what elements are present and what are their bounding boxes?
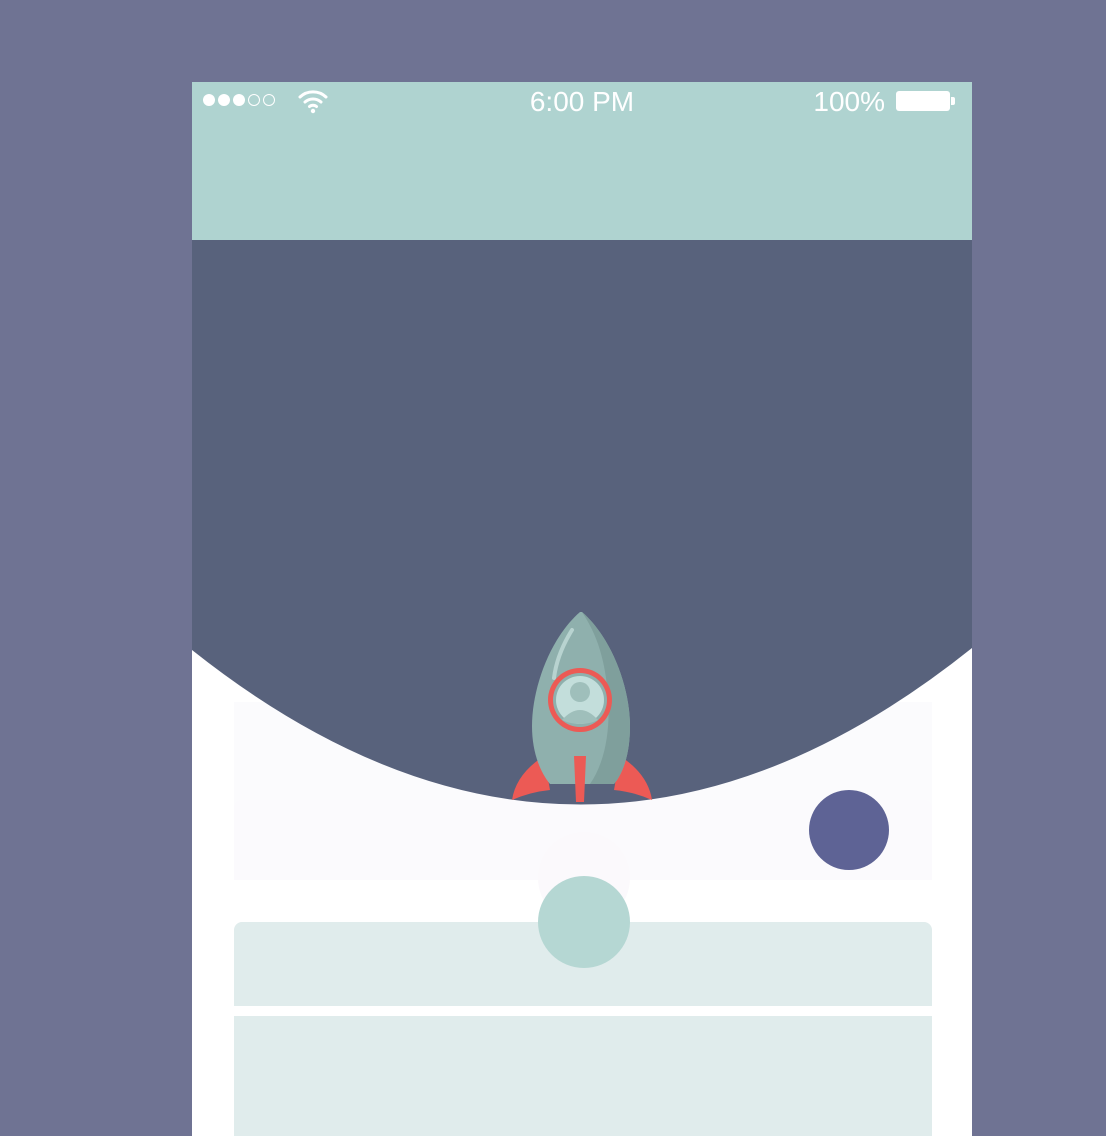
card-divider [234, 1006, 932, 1016]
phone-screen: 6:00 PM 100% [192, 82, 972, 1136]
battery-full-icon [896, 91, 950, 111]
navy-circle-button[interactable] [809, 790, 889, 870]
rocket-icon [512, 612, 652, 802]
rocket-center-fin [574, 756, 586, 802]
header-band [192, 120, 972, 240]
status-bar: 6:00 PM 100% [192, 82, 972, 120]
content-card [234, 1016, 932, 1136]
battery-nub [951, 97, 955, 105]
teal-circle-button[interactable] [538, 876, 630, 968]
battery-percent: 100% [813, 86, 885, 117]
